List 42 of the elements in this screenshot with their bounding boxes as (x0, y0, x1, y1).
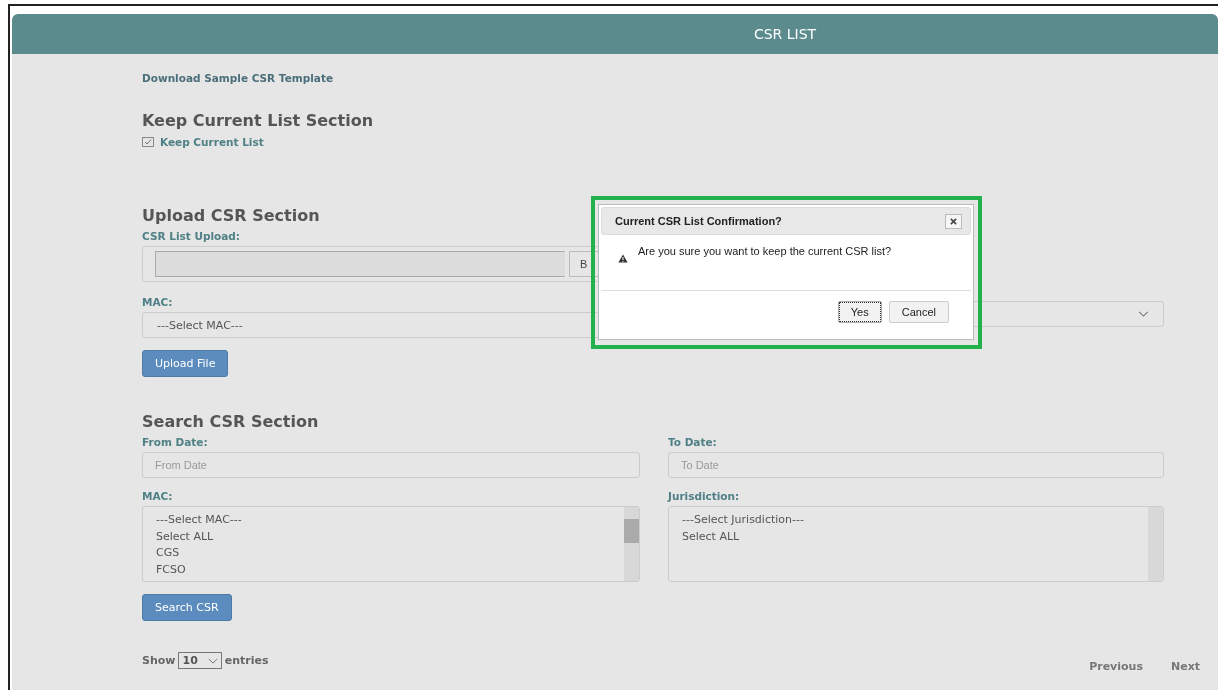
scrollbar[interactable] (1148, 507, 1163, 581)
entries-label: entries (224, 654, 269, 667)
mac-listbox[interactable]: ---Select MAC--- Select ALL CGS FCSO (142, 506, 640, 582)
list-option[interactable]: ---Select MAC--- (156, 512, 624, 529)
field-label: MAC: (142, 490, 173, 502)
dialog-message: Are you sure you want to keep the current CSR list? (638, 245, 892, 257)
previous-link[interactable]: Previous (1089, 660, 1143, 673)
list-option[interactable]: CGS (156, 545, 624, 562)
file-path-field[interactable] (155, 251, 565, 277)
dialog-title: Current CSR List Confirmation? (615, 215, 782, 227)
close-button[interactable] (945, 213, 962, 229)
checkbox-label: Keep Current List (160, 136, 264, 148)
jurisdiction-listbox[interactable]: ---Select Jurisdiction--- Select ALL (668, 506, 1164, 582)
field-label: CSR List Upload: (142, 230, 241, 242)
field-label: Jurisdiction: (668, 490, 740, 502)
yes-button[interactable]: Yes (837, 301, 882, 323)
section-heading: Upload CSR Section (142, 206, 320, 225)
chevron-down-icon (207, 657, 218, 664)
list-option[interactable]: Select ALL (156, 528, 624, 545)
field-label: MAC: (142, 296, 173, 308)
scrollbar[interactable] (624, 507, 639, 581)
upload-file-button[interactable]: Upload File (142, 350, 229, 377)
checkbox[interactable] (142, 137, 154, 147)
chevron-down-icon (1138, 311, 1149, 317)
warning-icon (618, 254, 628, 263)
cancel-button[interactable]: Cancel (888, 301, 949, 323)
page-title: CSR LIST (753, 26, 817, 42)
field-label: To Date: (668, 436, 717, 448)
field-label: From Date: (142, 436, 208, 448)
to-date-field[interactable]: To Date (668, 452, 1164, 478)
list-option[interactable]: ---Select Jurisdiction--- (682, 512, 1148, 529)
section-heading: Search CSR Section (142, 412, 319, 431)
next-link[interactable]: Next (1170, 660, 1200, 673)
search-csr-button[interactable]: Search CSR (142, 594, 232, 621)
show-label: Show (142, 654, 176, 667)
page-size-select[interactable]: 10 (178, 652, 222, 669)
list-option[interactable]: Select ALL (682, 528, 1148, 545)
close-icon (950, 217, 957, 225)
list-option[interactable]: FCSO (156, 561, 624, 578)
download-link[interactable]: Download Sample CSR Template (142, 72, 334, 84)
section-heading: Keep Current List Section (142, 111, 373, 130)
from-date-field[interactable]: From Date (142, 452, 640, 478)
